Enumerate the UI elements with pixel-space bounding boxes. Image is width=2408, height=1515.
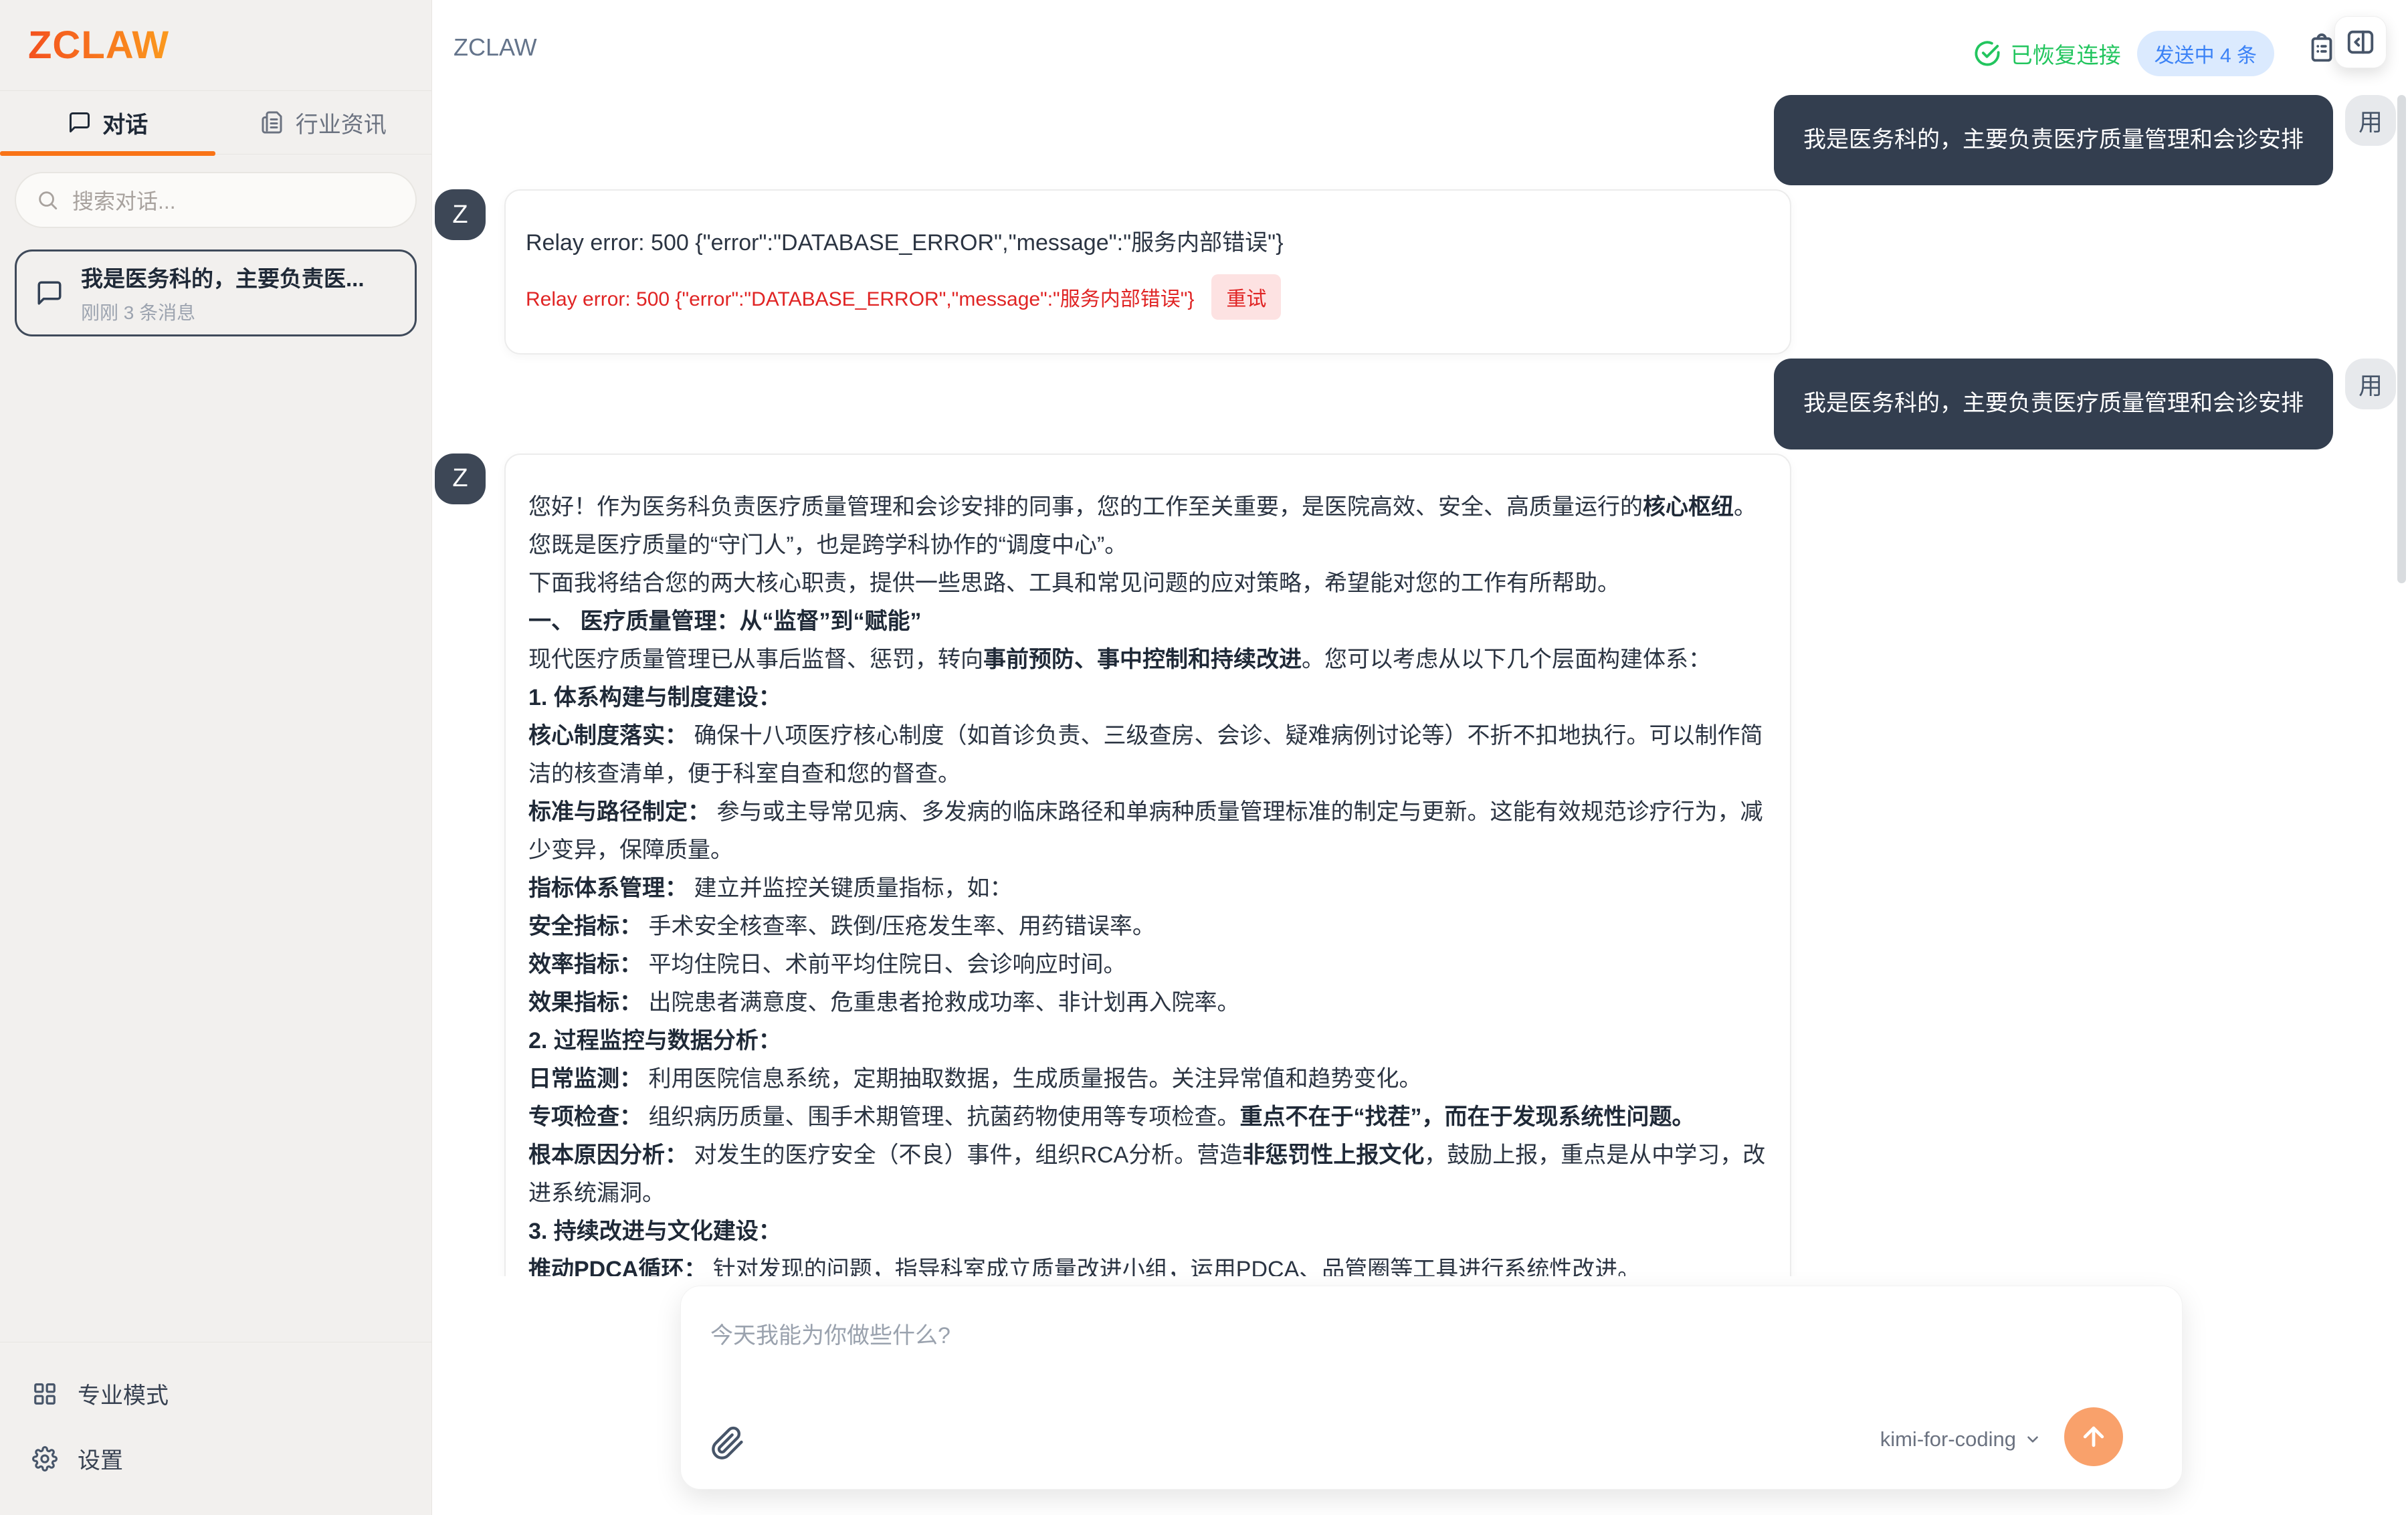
brand-logo: ZCLAW <box>28 23 169 68</box>
assistant-paragraph: 标准与路径制定： 参与或主导常见病、多发病的临床路径和单病种质量管理标准的制定与… <box>528 793 1767 870</box>
chat-bubble-icon <box>68 110 92 134</box>
collapse-panel-button[interactable] <box>2334 16 2387 68</box>
assistant-paragraph: 现代医疗质量管理已从事后监督、惩罚，转向事前预防、事中控制和持续改进。您可以考虑… <box>528 641 1767 679</box>
chat-message-list: 我是医务科的，主要负责医疗质量管理和会诊安排 用 Z Relay error: … <box>432 95 2399 1276</box>
tab-industry-news-label: 行业资讯 <box>296 106 387 139</box>
tab-conversations-label: 对话 <box>102 106 148 139</box>
sidebar-item-settings[interactable]: 设置 <box>0 1426 431 1491</box>
composer-placeholder: 今天我能为你做些什么? <box>710 1317 950 1350</box>
assistant-paragraph: 核心制度落实： 确保十八项医疗核心制度（如首诊负责、三级查房、会诊、疑难病例讨论… <box>528 717 1767 793</box>
assistant-paragraph: 日常监测： 利用医院信息系统，定期抽取数据，生成质量报告。关注异常值和趋势变化。 <box>528 1060 1767 1098</box>
paperclip-icon[interactable] <box>710 1426 745 1461</box>
assistant-paragraph: 您好！作为医务科负责医疗质量管理和会诊安排的同事，您的工作至关重要，是医院高效、… <box>528 488 1767 565</box>
grid-icon <box>32 1381 58 1407</box>
model-name: kimi-for-coding <box>1880 1427 2016 1451</box>
scrollbar-thumb[interactable] <box>2397 95 2406 583</box>
status-group: 已恢复连接 发送中 4 条 <box>1973 31 2274 76</box>
panel-collapse-icon <box>2345 27 2376 58</box>
connection-status: 已恢复连接 <box>1973 37 2121 70</box>
user-message-bubble: 我是医务科的，主要负责医疗质量管理和会诊安排 <box>1774 95 2333 185</box>
conversation-item[interactable]: 我是医务科的，主要负责医... 刚刚 3 条消息 <box>15 249 417 336</box>
page-title: ZCLAW <box>454 33 537 62</box>
user-message-row: 我是医务科的，主要负责医疗质量管理和会诊安排 用 <box>435 95 2396 185</box>
chevron-down-icon <box>2024 1431 2041 1448</box>
assistant-paragraph: 效率指标： 平均住院日、术前平均住院日、会诊响应时间。 <box>528 946 1767 984</box>
assistant-paragraph: 1. 体系构建与制度建设： <box>528 679 1767 717</box>
assistant-avatar: Z <box>435 453 486 504</box>
error-detail-row: Relay error: 500 {"error":"DATABASE_ERRO… <box>526 274 1770 320</box>
send-button[interactable] <box>2064 1407 2123 1466</box>
sidebar: ZCLAW 对话 行业资讯 搜索对话... <box>0 0 432 1515</box>
conversation-texts: 我是医务科的，主要负责医... 刚刚 3 条消息 <box>81 261 365 325</box>
retry-button[interactable]: 重试 <box>1211 274 1281 320</box>
assistant-paragraph: 指标体系管理： 建立并监控关键质量指标，如： <box>528 870 1767 908</box>
assistant-paragraph: 一、 医疗质量管理：从“监督”到“赋能” <box>528 603 1767 641</box>
assistant-message-card: 您好！作为医务科负责医疗质量管理和会诊安排的同事，您的工作至关重要，是医院高效、… <box>504 453 1791 1276</box>
chat-bubble-icon <box>35 279 64 307</box>
sidebar-footer: 专业模式 设置 <box>0 1342 431 1515</box>
assistant-paragraph: 效果指标： 出院患者满意度、危重患者抢救成功率、非计划再入院率。 <box>528 984 1767 1022</box>
search-icon <box>36 189 59 211</box>
pro-mode-label: 专业模式 <box>78 1377 169 1410</box>
model-selector[interactable]: kimi-for-coding <box>1880 1427 2041 1451</box>
assistant-paragraph: 推动PDCA循环： 针对发现的问题，指导科室成立质量改进小组，运用PDCA、品管… <box>528 1251 1767 1276</box>
user-avatar: 用 <box>2345 95 2396 146</box>
gear-icon <box>32 1446 58 1472</box>
sidebar-item-pro-mode[interactable]: 专业模式 <box>0 1361 431 1426</box>
assistant-paragraph: 下面我将结合您的两大核心职责，提供一些思路、工具和常见问题的应对策略，希望能对您… <box>528 565 1767 603</box>
tab-industry-news[interactable]: 行业资讯 <box>216 91 432 154</box>
sending-badge: 发送中 4 条 <box>2137 31 2274 76</box>
conversation-meta: 刚刚 3 条消息 <box>81 298 365 325</box>
assistant-error-card: Relay error: 500 {"error":"DATABASE_ERRO… <box>504 189 1791 355</box>
settings-label: 设置 <box>78 1442 123 1475</box>
sidebar-logo-section: ZCLAW <box>0 0 431 91</box>
composer[interactable]: 今天我能为你做些什么? kimi-for-coding <box>680 1286 2183 1490</box>
main-header: ZCLAW 已恢复连接 发送中 4 条 <box>432 0 2408 94</box>
assistant-error-row: Z Relay error: 500 {"error":"DATABASE_ER… <box>435 189 2396 355</box>
user-avatar: 用 <box>2345 359 2396 409</box>
arrow-up-icon <box>2079 1422 2108 1451</box>
news-icon <box>261 110 285 134</box>
active-tab-indicator <box>0 151 215 156</box>
assistant-paragraph: 2. 过程监控与数据分析： <box>528 1022 1767 1060</box>
assistant-paragraph: 安全指标： 手术安全核查率、跌倒/压疮发生率、用药错误率。 <box>528 908 1767 946</box>
app-window: ZCLAW 对话 行业资讯 搜索对话... <box>0 0 2408 1515</box>
assistant-avatar: Z <box>435 189 486 240</box>
tab-conversations[interactable]: 对话 <box>0 91 216 154</box>
assistant-paragraph: 3. 持续改进与文化建设： <box>528 1213 1767 1251</box>
search-section: 搜索对话... <box>0 155 431 228</box>
main-area: ZCLAW 已恢复连接 发送中 4 条 <box>432 0 2408 1515</box>
assistant-paragraph: 根本原因分析： 对发生的医疗安全（不良）事件，组织RCA分析。营造非惩罚性上报文… <box>528 1136 1767 1213</box>
assistant-rich-body: 您好！作为医务科负责医疗质量管理和会诊安排的同事，您的工作至关重要，是医院高效、… <box>528 488 1767 1276</box>
error-detail-text: Relay error: 500 {"error":"DATABASE_ERRO… <box>526 282 1194 312</box>
assistant-paragraph: 专项检查： 组织病历质量、围手术期管理、抗菌药物使用等专项检查。重点不在于“找茬… <box>528 1098 1767 1136</box>
user-message-bubble: 我是医务科的，主要负责医疗质量管理和会诊安排 <box>1774 359 2333 449</box>
user-message-row: 我是医务科的，主要负责医疗质量管理和会诊安排 用 <box>435 359 2396 449</box>
clipboard-icon[interactable] <box>2306 33 2337 64</box>
sidebar-tabs: 对话 行业资讯 <box>0 91 431 155</box>
check-circle-icon <box>1973 39 2001 68</box>
search-input[interactable]: 搜索对话... <box>15 172 417 228</box>
search-placeholder: 搜索对话... <box>72 185 176 215</box>
assistant-message-row: Z 您好！作为医务科负责医疗质量管理和会诊安排的同事，您的工作至关重要，是医院高… <box>435 453 2396 1276</box>
conversation-title: 我是医务科的，主要负责医... <box>81 261 365 293</box>
error-message-text: Relay error: 500 {"error":"DATABASE_ERRO… <box>526 224 1770 257</box>
conversation-list: 我是医务科的，主要负责医... 刚刚 3 条消息 <box>0 228 431 336</box>
connection-status-text: 已恢复连接 <box>2011 37 2121 70</box>
